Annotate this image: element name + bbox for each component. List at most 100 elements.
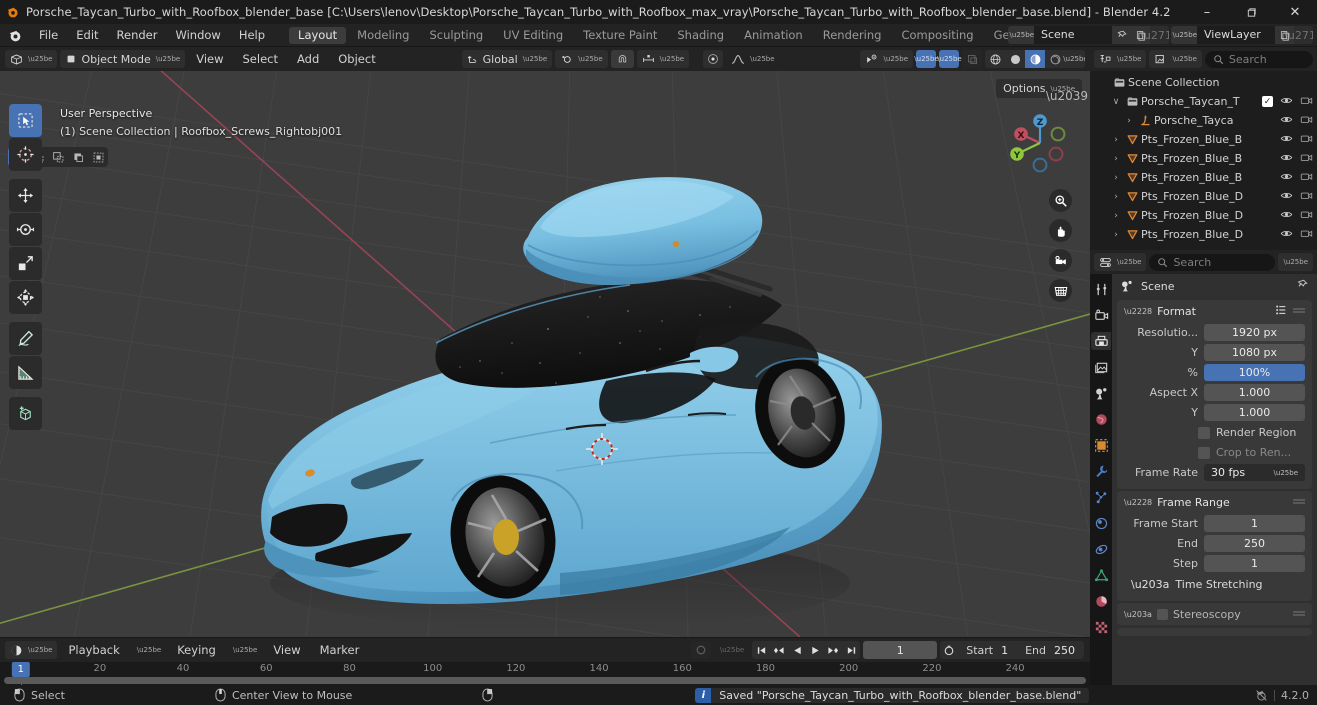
visibility-eye-icon[interactable] bbox=[1280, 227, 1293, 243]
editor-type-button[interactable]: \u25be bbox=[5, 50, 58, 68]
framerange-field-1-value[interactable]: 250 bbox=[1204, 535, 1305, 552]
render-camera-icon[interactable] bbox=[1300, 113, 1313, 129]
viewport-menu-add[interactable]: Add bbox=[289, 50, 327, 68]
viewlayer-selector[interactable]: \u25be ViewLayer \u2715 bbox=[1171, 26, 1313, 44]
maximize-button[interactable] bbox=[1229, 0, 1273, 24]
outliner-row[interactable]: › Pts_Frozen_Blue_B bbox=[1090, 168, 1317, 187]
format-field-4-value[interactable]: 1.000 bbox=[1204, 404, 1305, 421]
workspace-tab-compositing[interactable]: Compositing bbox=[892, 27, 982, 44]
workspace-tab-shading[interactable]: Shading bbox=[668, 27, 733, 44]
properties-tab-material[interactable] bbox=[1091, 592, 1111, 610]
select-subtract-icon[interactable] bbox=[48, 147, 68, 167]
properties-tab-output[interactable] bbox=[1091, 332, 1111, 350]
snap-pivot-button[interactable]: \u25be bbox=[555, 50, 608, 68]
viewport-axis-gizmo[interactable]: Z X Y bbox=[1006, 109, 1074, 177]
properties-tab-object[interactable] bbox=[1091, 436, 1111, 454]
visibility-eye-icon[interactable] bbox=[1280, 208, 1293, 224]
render-camera-icon[interactable] bbox=[1300, 227, 1313, 243]
menu-render[interactable]: Render bbox=[108, 24, 167, 46]
properties-tab-viewlayer[interactable] bbox=[1091, 358, 1111, 376]
remove-scene-icon[interactable]: \u2715 bbox=[1140, 26, 1169, 44]
viewport-menu-object[interactable]: Object bbox=[330, 50, 383, 68]
format-panel-grip-icon[interactable] bbox=[1293, 305, 1305, 318]
checkbox[interactable] bbox=[1198, 446, 1210, 459]
tool-cursor-icon[interactable] bbox=[9, 138, 42, 171]
properties-editor-type-button[interactable]: \u25be bbox=[1094, 253, 1147, 271]
render-camera-icon[interactable] bbox=[1300, 132, 1313, 148]
frame-range-panel-grip-icon[interactable] bbox=[1293, 496, 1305, 509]
proportional-editing-toggle[interactable] bbox=[703, 50, 724, 68]
workspace-tab-rendering[interactable]: Rendering bbox=[814, 27, 891, 44]
start-frame-value[interactable]: 1 bbox=[999, 644, 1017, 657]
viewport-3d[interactable]: User Perspective (1) Scene Collection | … bbox=[0, 71, 1090, 637]
outliner-twisty[interactable]: › bbox=[1109, 154, 1123, 164]
status-report[interactable]: i Saved "Porsche_Taycan_Turbo_with_Roofb… bbox=[695, 687, 1090, 703]
jump-to-prev-keyframe-button[interactable] bbox=[770, 641, 788, 659]
play-reverse-button[interactable] bbox=[788, 641, 806, 659]
timeline-playhead[interactable]: 1 bbox=[11, 662, 30, 677]
tool-scale-icon[interactable] bbox=[9, 247, 42, 280]
properties-tab-data[interactable] bbox=[1091, 566, 1111, 584]
tool-move-icon[interactable] bbox=[9, 179, 42, 212]
visibility-selector[interactable]: \u25be bbox=[859, 50, 913, 68]
timeline-menu-marker[interactable]: Marker bbox=[312, 641, 368, 659]
play-button[interactable] bbox=[806, 641, 824, 659]
outliner-search-input[interactable]: Search bbox=[1204, 50, 1313, 68]
properties-tab-modifier[interactable] bbox=[1091, 462, 1111, 480]
shading-options-dropdown[interactable]: \u25be bbox=[1063, 50, 1085, 68]
pin-id-icon[interactable] bbox=[1296, 279, 1308, 294]
visibility-eye-icon[interactable] bbox=[1280, 151, 1293, 167]
tool-add-cube-icon[interactable] bbox=[9, 397, 42, 430]
viewlayer-name[interactable]: ViewLayer bbox=[1197, 26, 1275, 44]
select-intersect-icon[interactable] bbox=[88, 147, 108, 167]
workspace-tab-texture-paint[interactable]: Texture Paint bbox=[574, 27, 666, 44]
properties-tab-scene[interactable] bbox=[1091, 384, 1111, 402]
xray-toggle[interactable] bbox=[962, 50, 982, 68]
show-overlays-toggle[interactable]: \u25be bbox=[937, 50, 962, 68]
keying-caret-icon[interactable]: \u25be bbox=[227, 641, 262, 659]
outliner-row[interactable]: › Porsche_Tayca bbox=[1090, 111, 1317, 130]
shading-rendered-button[interactable] bbox=[1045, 50, 1065, 68]
blender-menu-icon[interactable] bbox=[0, 24, 30, 46]
properties-filter-dropdown[interactable]: \u25be bbox=[1277, 253, 1313, 271]
workspace-tab-modeling[interactable]: Modeling bbox=[348, 27, 418, 44]
outliner-twisty[interactable]: ∨ bbox=[1109, 97, 1123, 107]
tool-tweak-icon[interactable] bbox=[9, 104, 42, 137]
shading-material-preview-button[interactable] bbox=[1025, 50, 1045, 68]
format-checkbox-0[interactable]: Render Region bbox=[1198, 423, 1305, 442]
timeline-ruler[interactable]: 20 40 60 80 100 120 140 160 180 200 220 240 1 bbox=[0, 662, 1090, 685]
properties-search-input[interactable]: Search bbox=[1149, 253, 1275, 271]
end-frame-value[interactable]: 250 bbox=[1052, 644, 1084, 657]
properties-tab-world[interactable] bbox=[1091, 410, 1111, 428]
show-gizmo-toggle[interactable]: \u25be bbox=[914, 50, 939, 68]
format-field-2-value[interactable]: 100% bbox=[1204, 364, 1305, 381]
viewport-menu-select[interactable]: Select bbox=[235, 50, 286, 68]
camera-view-icon[interactable] bbox=[1049, 249, 1072, 272]
workspace-tab-animation[interactable]: Animation bbox=[735, 27, 812, 44]
checkbox[interactable] bbox=[1198, 426, 1210, 439]
format-checkbox-1[interactable]: Crop to Ren... bbox=[1198, 443, 1305, 462]
minimize-button[interactable]: – bbox=[1185, 0, 1229, 24]
outliner-row[interactable]: › Pts_Frozen_Blue_D bbox=[1090, 187, 1317, 206]
shading-solid-button[interactable] bbox=[1005, 50, 1025, 68]
playback-caret-icon[interactable]: \u25be bbox=[131, 641, 166, 659]
transform-orientation-selector[interactable]: Global \u25be bbox=[461, 50, 553, 68]
remove-viewlayer-icon[interactable]: \u2715 bbox=[1284, 26, 1313, 44]
workspace-tab-sculpting[interactable]: Sculpting bbox=[420, 27, 492, 44]
visibility-eye-icon[interactable] bbox=[1280, 132, 1293, 148]
render-camera-icon[interactable] bbox=[1300, 189, 1313, 205]
outliner-editor-type-button[interactable]: \u25be bbox=[1094, 50, 1147, 68]
workspace-tab-layout[interactable]: Layout bbox=[289, 26, 347, 44]
render-camera-icon[interactable] bbox=[1300, 170, 1313, 186]
shading-wireframe-button[interactable] bbox=[985, 50, 1005, 68]
visibility-eye-icon[interactable] bbox=[1280, 170, 1293, 186]
stereoscopy-panel-grip-icon[interactable] bbox=[1293, 608, 1305, 621]
object-mode-selector[interactable]: Object Mode \u25be bbox=[60, 50, 186, 68]
jump-to-next-keyframe-button[interactable] bbox=[824, 641, 842, 659]
render-camera-icon[interactable] bbox=[1300, 94, 1313, 110]
outliner-row[interactable]: › Pts_Frozen_Blue_B bbox=[1090, 149, 1317, 168]
workspace-tab-uv-editing[interactable]: UV Editing bbox=[494, 27, 572, 44]
framerange-field-0-value[interactable]: 1 bbox=[1204, 515, 1305, 532]
frame-rate-dropdown[interactable]: 30 fps \u25be bbox=[1204, 464, 1305, 481]
auto-keying-toggle-icon[interactable] bbox=[690, 641, 711, 659]
